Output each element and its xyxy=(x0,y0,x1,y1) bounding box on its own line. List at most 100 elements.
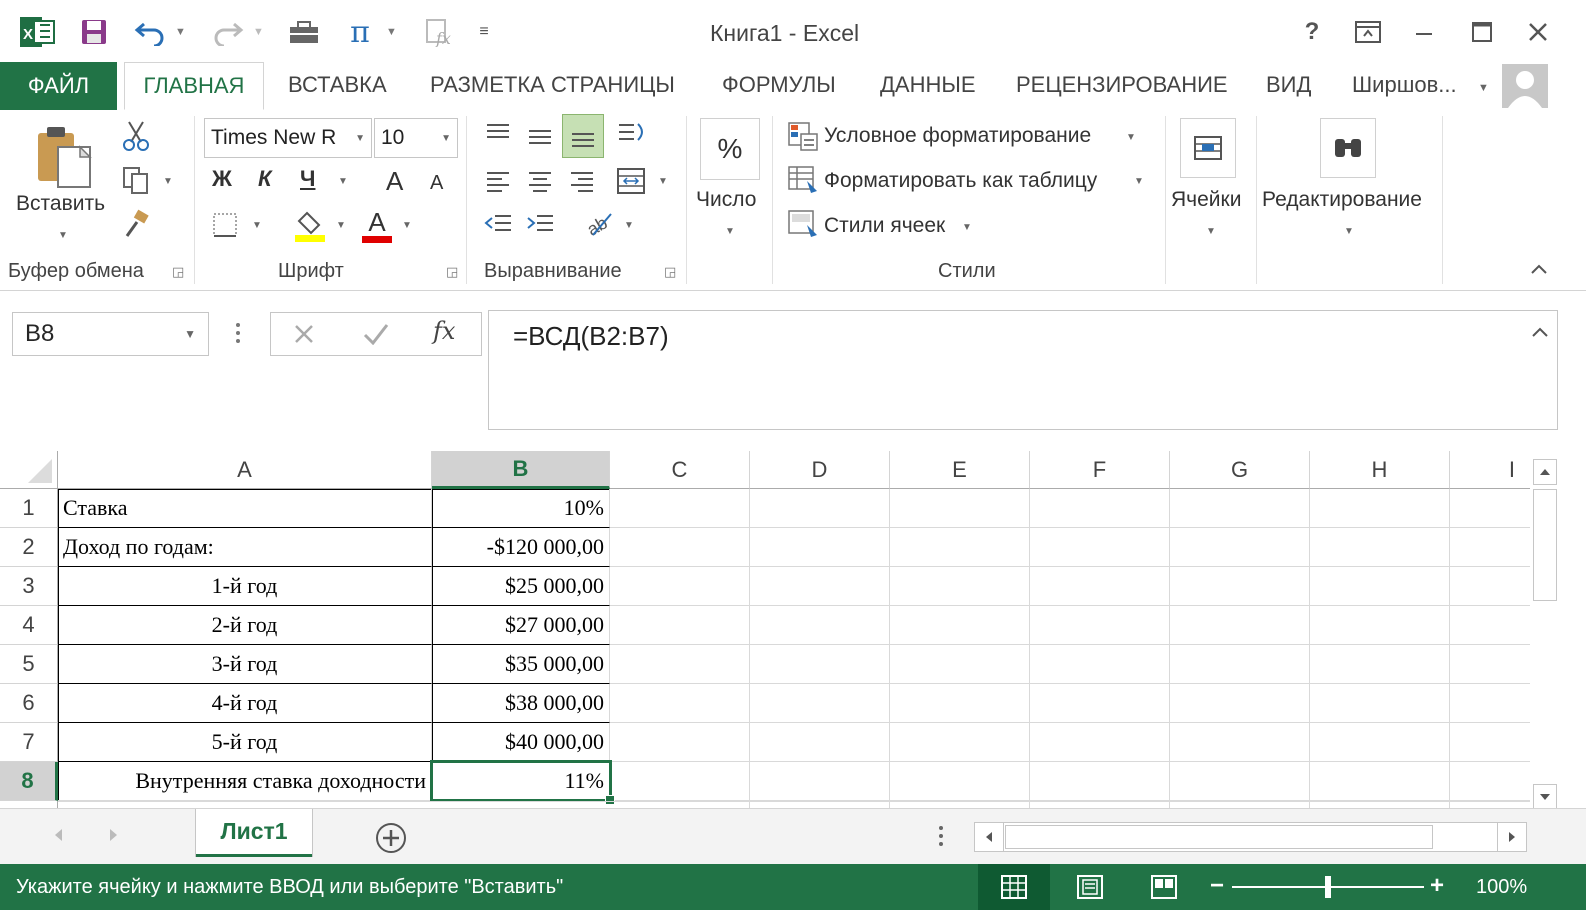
orientation-text-icon[interactable] xyxy=(614,118,650,152)
undo-icon[interactable] xyxy=(130,14,170,50)
scroll-down-icon[interactable] xyxy=(1533,784,1557,810)
new-sheet-icon[interactable] xyxy=(374,821,408,855)
editing-dropdown-icon[interactable]: ▼ xyxy=(1344,226,1354,237)
name-box[interactable]: B8 ▼ xyxy=(12,312,209,356)
tab-data[interactable]: ДАННЫЕ xyxy=(880,72,976,98)
borders-icon[interactable] xyxy=(208,208,242,242)
row-header[interactable]: 6 xyxy=(0,684,58,723)
cell-styles-dropdown-icon[interactable]: ▼ xyxy=(962,222,972,233)
font-color-icon[interactable]: A xyxy=(360,206,394,244)
merge-dropdown-icon[interactable]: ▼ xyxy=(658,176,668,187)
copy-dropdown-icon[interactable]: ▼ xyxy=(163,176,173,187)
alignment-launcher-icon[interactable]: ◲ xyxy=(664,264,676,280)
undo-dropdown-icon[interactable]: ▼ xyxy=(175,26,186,38)
row-header[interactable]: 7 xyxy=(0,723,58,762)
redo-dropdown-icon[interactable]: ▼ xyxy=(253,26,264,38)
tab-page-layout[interactable]: РАЗМЕТКА СТРАНИЦЫ xyxy=(430,72,675,98)
row-header[interactable]: 1 xyxy=(0,489,58,528)
column-header-g[interactable]: G xyxy=(1170,451,1310,489)
user-dropdown-icon[interactable]: ▼ xyxy=(1478,82,1489,94)
font-size-dropdown-icon[interactable]: ▼ xyxy=(441,133,451,144)
close-icon[interactable] xyxy=(1516,14,1560,50)
prev-sheet-icon[interactable] xyxy=(52,827,64,843)
cell-b7[interactable]: $40 000,00 xyxy=(433,723,610,762)
cells-icon[interactable] xyxy=(1180,118,1236,178)
clipboard-launcher-icon[interactable]: ◲ xyxy=(172,264,184,280)
cell-a3[interactable]: 1-й год xyxy=(58,567,432,606)
tab-insert[interactable]: ВСТАВКА xyxy=(288,72,387,98)
maximize-icon[interactable] xyxy=(1460,14,1504,50)
row-header[interactable] xyxy=(0,801,58,808)
cell-a5[interactable]: 3-й год xyxy=(58,645,432,684)
column-header-e[interactable]: E xyxy=(890,451,1030,489)
font-size-select[interactable]: 10 ▼ xyxy=(374,118,458,158)
equation-dropdown-icon[interactable]: ▼ xyxy=(386,26,397,38)
cancel-entry-icon[interactable] xyxy=(293,323,315,345)
cell-a8[interactable]: Внутренняя ставка доходности xyxy=(58,762,432,801)
collapse-ribbon-icon[interactable] xyxy=(1530,262,1548,276)
bold-button[interactable]: Ж xyxy=(212,166,232,192)
cell-b8[interactable]: 11% xyxy=(433,762,610,801)
format-as-table-icon[interactable] xyxy=(786,164,820,196)
align-right-icon[interactable] xyxy=(564,166,600,196)
collapse-formula-bar-icon[interactable] xyxy=(1530,325,1550,339)
cell-b6[interactable]: $38 000,00 xyxy=(433,684,610,723)
scroll-up-icon[interactable] xyxy=(1533,459,1557,485)
cell-styles-icon[interactable] xyxy=(786,208,820,240)
cell-b3[interactable]: $25 000,00 xyxy=(433,567,610,606)
cell-b1[interactable]: 10% xyxy=(433,489,610,528)
customize-qat-icon[interactable]: ≡ xyxy=(472,14,496,50)
equation-pi-icon[interactable]: π xyxy=(340,14,380,50)
ribbon-display-options-icon[interactable] xyxy=(1346,14,1390,50)
cell-a1[interactable]: Ставка xyxy=(58,489,432,528)
vertical-scrollbar[interactable] xyxy=(1530,455,1560,810)
number-format-button[interactable]: % xyxy=(700,118,760,180)
cell-a4[interactable]: 2-й год xyxy=(58,606,432,645)
conditional-formatting-dropdown-icon[interactable]: ▼ xyxy=(1126,132,1136,143)
column-header-c[interactable]: C xyxy=(610,451,750,489)
normal-view-icon[interactable] xyxy=(1000,874,1028,900)
underline-dropdown-icon[interactable]: ▼ xyxy=(338,176,348,187)
font-name-dropdown-icon[interactable]: ▼ xyxy=(355,133,365,144)
tab-split-grip-icon[interactable] xyxy=(936,825,946,847)
editing-button[interactable]: Редактирование xyxy=(1262,188,1422,212)
underline-button[interactable]: Ч xyxy=(300,166,315,192)
user-name[interactable]: Ширшов... xyxy=(1352,72,1457,98)
text-angle-dropdown-icon[interactable]: ▼ xyxy=(624,220,634,231)
shrink-font-button[interactable]: A xyxy=(430,172,443,195)
align-center-icon[interactable] xyxy=(522,166,558,196)
select-all-corner[interactable] xyxy=(0,451,58,489)
cell-b4[interactable]: $27 000,00 xyxy=(433,606,610,645)
font-color-dropdown-icon[interactable]: ▼ xyxy=(402,220,412,231)
help-icon[interactable]: ? xyxy=(1290,14,1334,50)
formula-input[interactable]: =ВСД(B2:B7) xyxy=(488,310,1558,430)
page-layout-view-icon[interactable] xyxy=(1076,874,1104,900)
column-header-h[interactable]: H xyxy=(1310,451,1450,489)
insert-function-icon[interactable]: fx xyxy=(420,14,460,50)
grow-font-button[interactable]: A xyxy=(386,166,403,197)
formula-bar-grip-icon[interactable] xyxy=(232,321,244,345)
name-box-dropdown-icon[interactable]: ▼ xyxy=(184,327,196,341)
cell-a7[interactable]: 5-й год xyxy=(58,723,432,762)
merge-center-icon[interactable] xyxy=(612,164,650,198)
column-header-a[interactable]: A xyxy=(58,451,432,489)
redo-icon[interactable] xyxy=(208,14,248,50)
zoom-out-icon[interactable]: − xyxy=(1210,874,1224,898)
column-header-b[interactable]: B xyxy=(432,451,610,489)
page-break-view-icon[interactable] xyxy=(1150,874,1178,900)
copy-icon[interactable] xyxy=(118,162,154,198)
zoom-slider-thumb[interactable] xyxy=(1325,876,1331,898)
horizontal-scroll-thumb[interactable] xyxy=(1005,825,1433,849)
sheet-tab[interactable]: Лист1 xyxy=(196,809,312,857)
row-header[interactable]: 3 xyxy=(0,567,58,606)
cell-b2[interactable]: -$120 000,00 xyxy=(433,528,610,567)
confirm-entry-icon[interactable] xyxy=(363,323,389,345)
scroll-right-icon[interactable] xyxy=(1497,823,1526,851)
align-bottom-icon[interactable] xyxy=(562,114,604,158)
row-header[interactable]: 4 xyxy=(0,606,58,645)
row-header-selected[interactable]: 8 xyxy=(0,762,58,801)
toolbox-icon[interactable] xyxy=(284,14,324,50)
scroll-left-icon[interactable] xyxy=(975,823,1004,851)
conditional-formatting-icon[interactable] xyxy=(786,120,820,152)
tab-home[interactable]: ГЛАВНАЯ xyxy=(124,62,264,110)
